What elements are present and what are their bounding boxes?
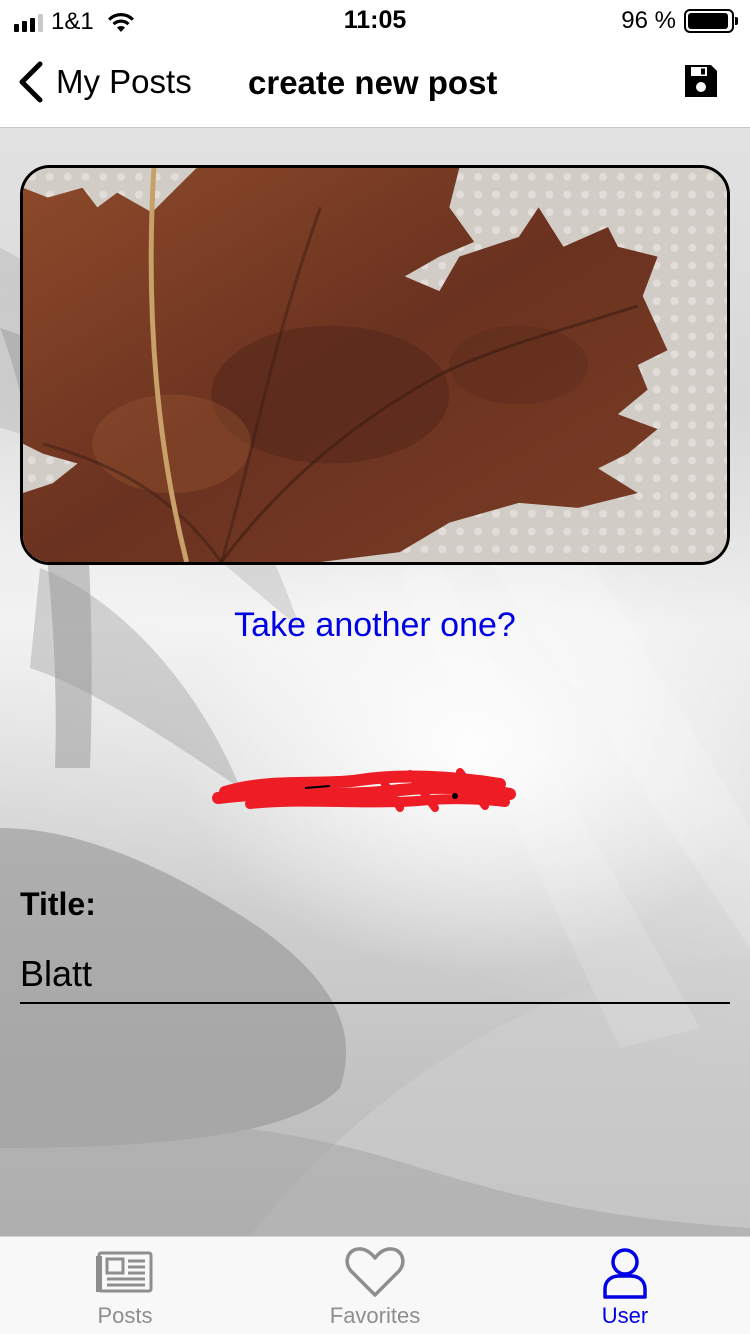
tab-bar: Posts Favorites User bbox=[0, 1236, 750, 1334]
tab-posts-label: Posts bbox=[97, 1303, 153, 1328]
tab-favorites[interactable]: Favorites bbox=[250, 1237, 500, 1334]
navigation-bar: My Posts create new post bbox=[0, 40, 750, 128]
back-button[interactable]: My Posts bbox=[16, 60, 192, 104]
tab-favorites-label: Favorites bbox=[329, 1303, 421, 1328]
status-right: 96 % bbox=[621, 7, 738, 35]
newspaper-icon bbox=[96, 1251, 153, 1293]
title-input[interactable] bbox=[20, 946, 730, 1004]
page-title: create new post bbox=[248, 64, 498, 101]
tab-posts[interactable]: Posts bbox=[0, 1237, 250, 1334]
heart-icon bbox=[345, 1247, 405, 1297]
back-button-label: My Posts bbox=[56, 63, 192, 100]
chevron-left-icon bbox=[19, 61, 43, 103]
title-label: Title: bbox=[20, 886, 96, 922]
redacted-username bbox=[210, 764, 520, 816]
maple-leaf-image bbox=[23, 168, 727, 562]
redaction-scribble bbox=[212, 768, 516, 812]
user-icon bbox=[603, 1248, 647, 1299]
battery-icon bbox=[684, 9, 738, 33]
take-another-photo-link[interactable]: Take another one? bbox=[0, 606, 750, 645]
battery-percentage: 96 % bbox=[621, 7, 676, 34]
tab-user-label: User bbox=[601, 1303, 649, 1328]
status-bar: 1&1 11:05 96 % bbox=[0, 0, 750, 40]
create-post-content: Take another one? Title: bbox=[0, 128, 750, 1236]
floppy-disk-icon[interactable] bbox=[682, 62, 720, 100]
post-photo[interactable] bbox=[20, 165, 730, 565]
tab-user[interactable]: User bbox=[500, 1237, 750, 1334]
